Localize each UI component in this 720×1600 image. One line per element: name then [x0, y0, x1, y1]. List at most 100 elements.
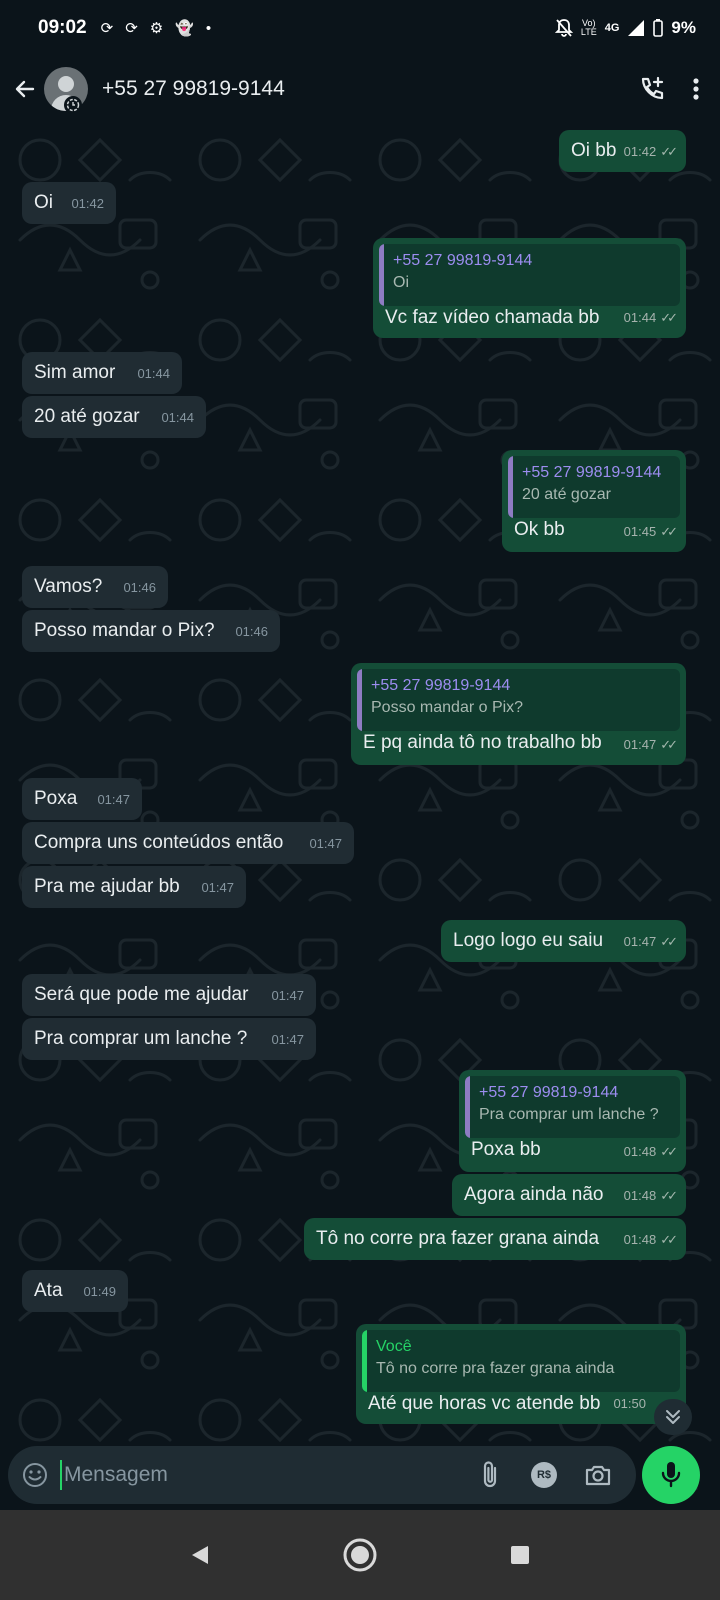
- signal-icon: [628, 20, 645, 36]
- double-check-icon: ✓✓: [660, 1232, 678, 1247]
- back-button[interactable]: [6, 69, 44, 109]
- message-time: 01:47: [623, 737, 657, 752]
- message-outgoing-reply[interactable]: Você Tô no corre pra fazer grana ainda A…: [356, 1324, 686, 1424]
- paperclip-icon: [483, 1461, 497, 1488]
- message-incoming[interactable]: 20 até gozar 01:44: [22, 396, 206, 438]
- message-time: 01:46: [123, 580, 156, 595]
- message-outgoing[interactable]: Tô no corre pra fazer grana ainda 01:48 ✓…: [304, 1218, 686, 1260]
- emoji-icon: [23, 1463, 47, 1487]
- message-text: Tô no corre pra fazer grana ainda: [316, 1228, 600, 1249]
- message-time: 01:48: [623, 1144, 657, 1159]
- quoted-message[interactable]: +55 27 99819-9144 20 até gozar: [508, 456, 680, 518]
- message-text: Pra comprar um lanche ?: [34, 1028, 248, 1049]
- camera-button[interactable]: [582, 1459, 614, 1491]
- triangle-back-icon: [192, 1546, 208, 1564]
- message-incoming[interactable]: Posso mandar o Pix? 01:46: [22, 610, 280, 652]
- quoted-message[interactable]: Você Tô no corre pra fazer grana ainda: [362, 1330, 680, 1392]
- emoji-button[interactable]: [22, 1462, 48, 1488]
- message-time: 01:48: [623, 1232, 657, 1247]
- message-time: 01:50: [613, 1396, 646, 1411]
- contact-name[interactable]: +55 27 99819-9144: [102, 77, 285, 101]
- pix-payment-icon: R$: [531, 1462, 557, 1488]
- quoted-author: +55 27 99819-9144: [522, 464, 662, 481]
- message-outgoing-reply[interactable]: +55 27 99819-9144 20 até gozar Ok bb 01:…: [502, 450, 686, 552]
- double-check-icon: ✓✓: [660, 737, 678, 752]
- quoted-message[interactable]: +55 27 99819-9144 Posso mandar o Pix?: [357, 669, 680, 731]
- message-text: Logo logo eu saiu: [453, 930, 604, 951]
- whatsapp-chat-screen: 09:02 ⟳ ⟳ ⚙ 👻 • Vo) LTE 4G 9% +55 27 9981…: [0, 0, 720, 1600]
- message-time: 01:46: [235, 624, 268, 639]
- double-check-icon: ✓✓: [660, 1144, 678, 1159]
- message-incoming[interactable]: Será que pode me ajudar 01:47: [22, 974, 316, 1016]
- double-chevron-down-icon: [666, 1410, 680, 1424]
- message-incoming[interactable]: Ata 01:49: [22, 1270, 128, 1312]
- quoted-message[interactable]: +55 27 99819-9144 Pra comprar um lanche …: [465, 1076, 680, 1138]
- double-check-icon: ✓✓: [660, 144, 678, 159]
- message-incoming[interactable]: Pra me ajudar bb 01:47: [22, 866, 246, 908]
- message-outgoing[interactable]: Logo logo eu saiu 01:47 ✓✓: [441, 920, 686, 962]
- message-time: 01:49: [83, 1284, 116, 1299]
- message-outgoing[interactable]: Oi bb 01:42 ✓✓: [559, 130, 686, 172]
- message-time: 01:47: [201, 880, 234, 895]
- message-text: Posso mandar o Pix?: [34, 620, 215, 641]
- message-time: 01:44: [623, 310, 657, 325]
- attach-button[interactable]: [474, 1459, 506, 1491]
- volte-indicator: Vo) LTE: [580, 18, 597, 37]
- message-text: Poxa: [34, 788, 78, 809]
- system-navigation-bar: [0, 1510, 720, 1600]
- status-time: 09:02: [38, 17, 87, 38]
- message-list[interactable]: Oi bb 01:42 ✓✓ Oi 01:42 +55 27 99819-9144…: [0, 120, 720, 1490]
- message-incoming[interactable]: Poxa 01:47: [22, 778, 142, 820]
- message-text: E pq ainda tô no trabalho bb: [363, 732, 602, 753]
- nav-home-button[interactable]: [336, 1531, 384, 1579]
- quoted-text: Tô no corre pra fazer grana ainda: [376, 1360, 615, 1377]
- network-type: 4G: [604, 22, 620, 34]
- quoted-text: Posso mandar o Pix?: [371, 699, 524, 716]
- message-time: 01:42: [71, 196, 104, 211]
- message-time: 01:47: [97, 792, 130, 807]
- message-time: 01:47: [309, 836, 342, 851]
- battery-icon: [653, 19, 664, 37]
- double-check-icon: ✓✓: [660, 1188, 678, 1203]
- message-composer: R$: [8, 1446, 636, 1504]
- message-outgoing-reply[interactable]: +55 27 99819-9144 Pra comprar um lanche …: [459, 1070, 686, 1172]
- message-text: Ata: [34, 1280, 63, 1301]
- scroll-to-bottom-button[interactable]: [654, 1399, 692, 1435]
- message-text: Oi: [34, 192, 53, 213]
- message-time: 01:44: [137, 366, 170, 381]
- message-time: 01:44: [161, 410, 194, 425]
- quoted-text: Oi: [393, 274, 409, 291]
- voice-message-button[interactable]: [642, 1446, 700, 1504]
- add-call-icon[interactable]: [638, 75, 666, 103]
- nav-recents-button[interactable]: [496, 1531, 544, 1579]
- message-text: Será que pode me ajudar: [34, 984, 249, 1005]
- message-time: 01:45: [623, 524, 657, 539]
- mute-bell-icon: [554, 19, 573, 37]
- status-right: Vo) LTE 4G 9%: [554, 18, 696, 38]
- message-incoming[interactable]: Vamos? 01:46: [22, 566, 168, 608]
- message-outgoing-reply[interactable]: +55 27 99819-9144 Oi Vc faz vídeo chamad…: [373, 238, 686, 338]
- chat-header: +55 27 99819-9144: [0, 56, 720, 122]
- message-text: Compra uns conteúdos então: [34, 832, 284, 853]
- nav-back-button[interactable]: [176, 1531, 224, 1579]
- message-incoming[interactable]: Oi 01:42: [22, 182, 116, 224]
- message-text: Vc faz vídeo chamada bb: [385, 307, 600, 328]
- quoted-message[interactable]: +55 27 99819-9144 Oi: [379, 244, 680, 306]
- message-time: 01:47: [271, 988, 304, 1003]
- microphone-icon: [661, 1462, 681, 1488]
- payment-button[interactable]: R$: [528, 1459, 560, 1491]
- message-incoming[interactable]: Compra uns conteúdos então 01:47: [22, 822, 354, 864]
- message-outgoing[interactable]: Agora ainda não 01:48 ✓✓: [452, 1174, 686, 1216]
- more-notifications-dot-icon: •: [205, 19, 212, 37]
- message-incoming[interactable]: Pra comprar um lanche ? 01:47: [22, 1018, 316, 1060]
- message-outgoing-reply[interactable]: +55 27 99819-9144 Posso mandar o Pix? E …: [351, 663, 686, 765]
- message-input[interactable]: [64, 1463, 474, 1487]
- message-text: Sim amor: [34, 362, 116, 383]
- sync-icon: ⟳: [125, 20, 138, 37]
- message-incoming[interactable]: Sim amor 01:44: [22, 352, 182, 394]
- more-vert-icon[interactable]: [692, 77, 700, 101]
- notification-icon: ⚙: [149, 20, 164, 37]
- back-arrow-icon: [15, 80, 35, 98]
- message-time: 01:42: [623, 144, 657, 159]
- disappearing-timer-icon: [64, 96, 82, 114]
